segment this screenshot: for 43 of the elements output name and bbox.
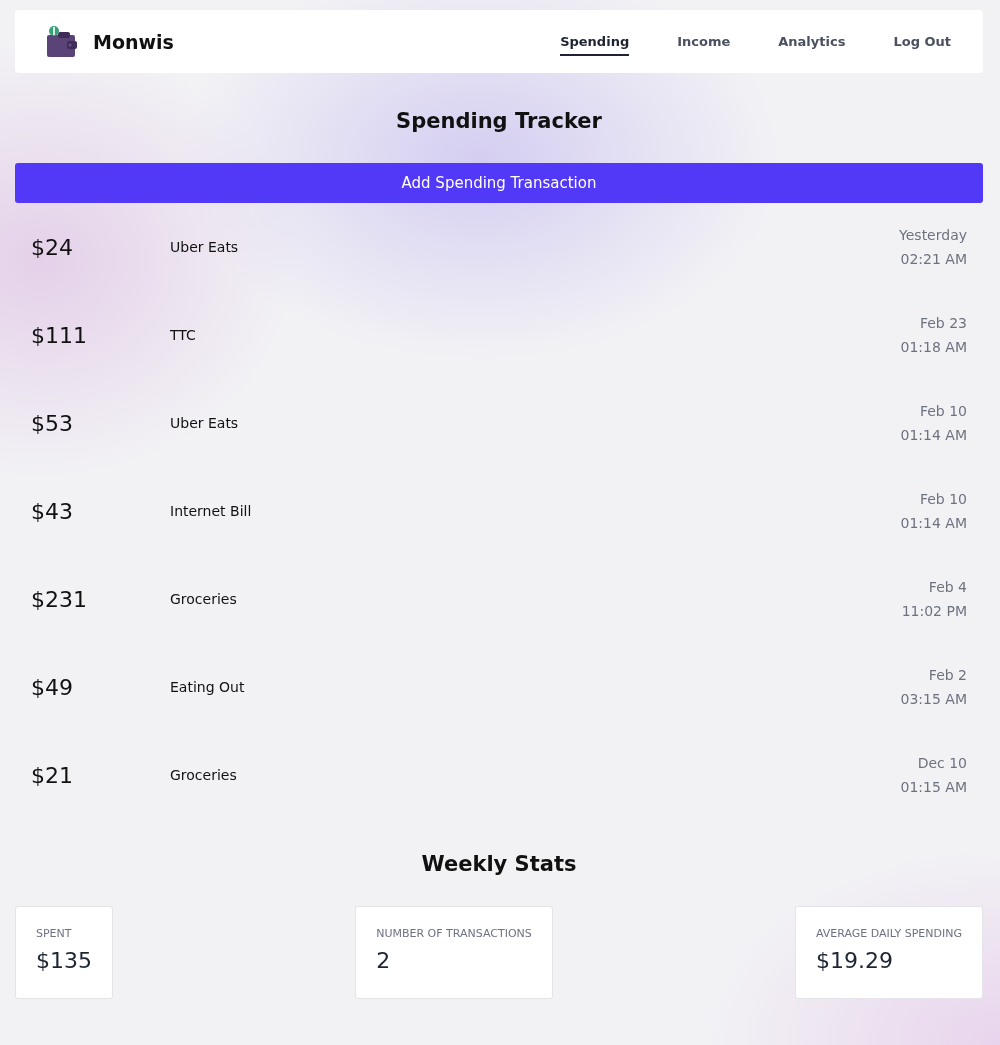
transaction-amount: $231 [31, 586, 88, 612]
stat-label: AVERAGE DAILY SPENDING [816, 927, 962, 940]
transaction-date: Dec 10 [916, 754, 967, 773]
stat-value: $19.29 [816, 948, 894, 973]
transaction-time: 01:14 AM [900, 426, 967, 445]
stat-label: NUMBER OF TRANSACTIONS [376, 927, 532, 940]
transaction-amount: $53 [31, 410, 74, 436]
add-transaction-button[interactable]: Add Spending Transaction [15, 163, 983, 203]
stat-value: 2 [376, 948, 392, 973]
transaction-amount: $24 [31, 234, 74, 260]
transaction-time: 01:18 AM [900, 338, 967, 357]
transaction-description: Uber Eats [170, 415, 239, 431]
stat-value: $135 [36, 948, 92, 973]
wallet-icon [46, 24, 78, 59]
transaction-description: Uber Eats [170, 239, 239, 255]
transaction-description: Groceries [170, 591, 237, 607]
nav-link[interactable]: Spending [560, 27, 630, 56]
transaction-amount: $49 [31, 674, 74, 700]
transaction-description: Groceries [170, 767, 237, 783]
transaction-time: 11:02 PM [901, 602, 967, 621]
transaction-amount: $43 [31, 498, 74, 524]
transaction-time: 03:15 AM [900, 690, 967, 709]
transaction-description: TTC [170, 327, 196, 343]
transaction-time: 02:21 AM [899, 250, 967, 269]
section-title: Weekly Stats [420, 851, 578, 878]
transaction-date: Feb 2 [927, 666, 967, 685]
transaction-date: Feb 10 [918, 490, 967, 509]
transaction-description: Eating Out [170, 679, 245, 695]
brand-name: Monwis [93, 30, 174, 53]
nav-link[interactable]: Income [677, 27, 731, 56]
nav-link[interactable]: Analytics [778, 27, 846, 56]
transaction-date: Feb 23 [918, 314, 967, 333]
transaction-date: Feb 10 [918, 402, 967, 421]
transaction-time: 01:15 AM [900, 778, 967, 797]
transaction-date: Yesterday [899, 226, 967, 245]
transaction-amount: $21 [31, 762, 74, 788]
transaction-description: Internet Bill [170, 503, 252, 519]
page-title: Spending Tracker [395, 108, 603, 135]
transaction-amount: $111 [31, 322, 88, 348]
stat-label: SPENT [36, 927, 73, 940]
transaction-time: 01:14 AM [900, 514, 967, 533]
nav-link[interactable]: Log Out [893, 27, 951, 56]
transaction-date: Feb 4 [927, 578, 967, 597]
